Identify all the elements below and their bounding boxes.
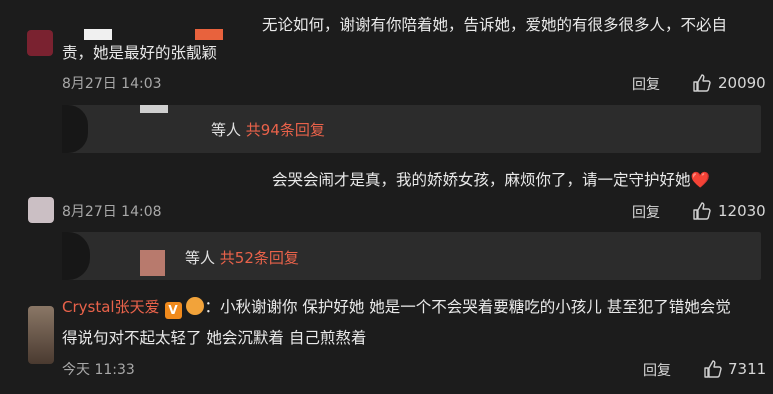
heart-emoji-icon: ❤️	[690, 171, 710, 189]
sub-replies-count[interactable]: 共94条回复	[246, 121, 325, 139]
like-count: 7311	[728, 360, 767, 378]
sub-replies-count[interactable]: 共52条回复	[220, 249, 299, 267]
comment-text-body: ：小秋谢谢你 保护好她 她是一个不会哭着要糖吃的小孩儿 甚至犯了错她会觉	[204, 298, 731, 316]
avatar[interactable]	[27, 30, 53, 56]
comment-text-body: 会哭会闹才是真，我的娇娇女孩，麻烦你了，请一定守护好她	[272, 171, 691, 189]
crown-badge-icon	[186, 297, 205, 315]
sub-replies-prefix: 等人	[185, 249, 216, 267]
comment-text: Crystal张天爱 V ：小秋谢谢你 保护好她 她是一个不会哭着要糖吃的小孩儿…	[62, 294, 731, 321]
thumbs-up-icon[interactable]	[692, 201, 712, 221]
avatar-decoration	[140, 105, 168, 113]
avatar-decoration	[140, 250, 165, 276]
avatar-decoration	[84, 29, 112, 40]
thumbs-up-icon[interactable]	[703, 359, 723, 379]
comment-text: 无论如何，谢谢有你陪着她，告诉她，爱她的有很多很多人，不必自	[262, 16, 728, 34]
avatar-decoration	[195, 29, 223, 40]
user-name[interactable]: Crystal张天爱	[62, 298, 160, 316]
reply-button[interactable]: 回复	[632, 202, 660, 222]
comment-time: 今天 11:33	[62, 362, 135, 378]
sub-replies-summary[interactable]: 等人 共94条回复	[211, 119, 325, 140]
like-count: 12030	[718, 202, 766, 220]
avatar[interactable]	[28, 306, 54, 364]
sub-replies-prefix: 等人	[211, 121, 242, 139]
comment-time: 8月27日 14:08	[62, 204, 162, 220]
avatar[interactable]	[28, 197, 54, 223]
sub-replies-panel[interactable]	[62, 232, 761, 280]
comment-text: 得说句对不起太轻了 她会沉默着 自己煎熬着	[62, 329, 367, 347]
comment-time: 8月27日 14:03	[62, 76, 162, 92]
comment-text: 责，她是最好的张靓颖	[62, 44, 218, 62]
thumbs-up-icon[interactable]	[692, 73, 712, 93]
sub-replies-summary[interactable]: 等人 共52条回复	[185, 247, 299, 268]
verified-badge-icon: V	[164, 302, 182, 319]
reply-button[interactable]: 回复	[643, 360, 671, 380]
like-count: 20090	[718, 74, 766, 92]
reply-button[interactable]: 回复	[632, 74, 660, 94]
comment-text: 会哭会闹才是真，我的娇娇女孩，麻烦你了，请一定守护好她❤️	[272, 167, 710, 194]
